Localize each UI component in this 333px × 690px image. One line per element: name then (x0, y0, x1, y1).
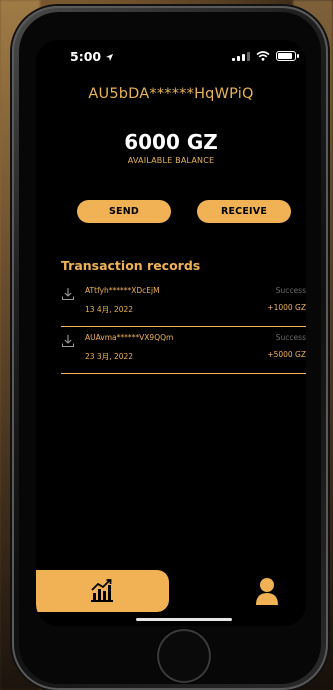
transaction-status: Success (275, 286, 306, 295)
status-bar: 5:00 (36, 48, 306, 66)
status-icons (232, 51, 299, 61)
receive-button[interactable]: RECEIVE (197, 200, 291, 223)
send-button[interactable]: SEND (77, 200, 171, 223)
wifi-icon (256, 51, 270, 61)
transaction-address: ATtfyh******XDcEjM (85, 286, 160, 295)
user-icon[interactable] (255, 576, 279, 606)
home-button[interactable] (157, 629, 211, 683)
app-screen: 5:00 AU5bDA******HqWPiQ 6000 GZ AVAILABL… (36, 40, 306, 626)
transaction-status: Success (275, 333, 306, 342)
account-id: AU5bDA******HqWPiQ (88, 86, 254, 102)
battery-icon (276, 51, 299, 61)
transaction-row[interactable]: ATtfyh******XDcEjM 13 4月, 2022 Success +… (61, 280, 306, 327)
status-time: 5:00 (70, 49, 114, 64)
transaction-row[interactable]: AUAvma******VX9QQm 23 3月, 2022 Success +… (61, 327, 306, 374)
signal-icon (232, 51, 250, 61)
download-icon (61, 288, 75, 301)
transaction-address: AUAvma******VX9QQm (85, 333, 174, 342)
transaction-amount: +5000 GZ (267, 350, 306, 359)
home-indicator[interactable] (136, 618, 232, 621)
transaction-list: ATtfyh******XDcEjM 13 4月, 2022 Success +… (61, 280, 306, 374)
balance-label: AVAILABLE BALANCE (127, 156, 215, 165)
location-arrow-icon (106, 53, 114, 62)
chart-icon[interactable] (89, 576, 115, 604)
transaction-date: 13 4月, 2022 (85, 305, 134, 314)
transactions-title: Transaction records (61, 258, 201, 273)
transaction-amount: +1000 GZ (267, 303, 306, 312)
balance-amount: 6000 GZ (124, 130, 218, 154)
download-icon (61, 335, 75, 348)
transaction-date: 23 3月, 2022 (85, 352, 134, 361)
